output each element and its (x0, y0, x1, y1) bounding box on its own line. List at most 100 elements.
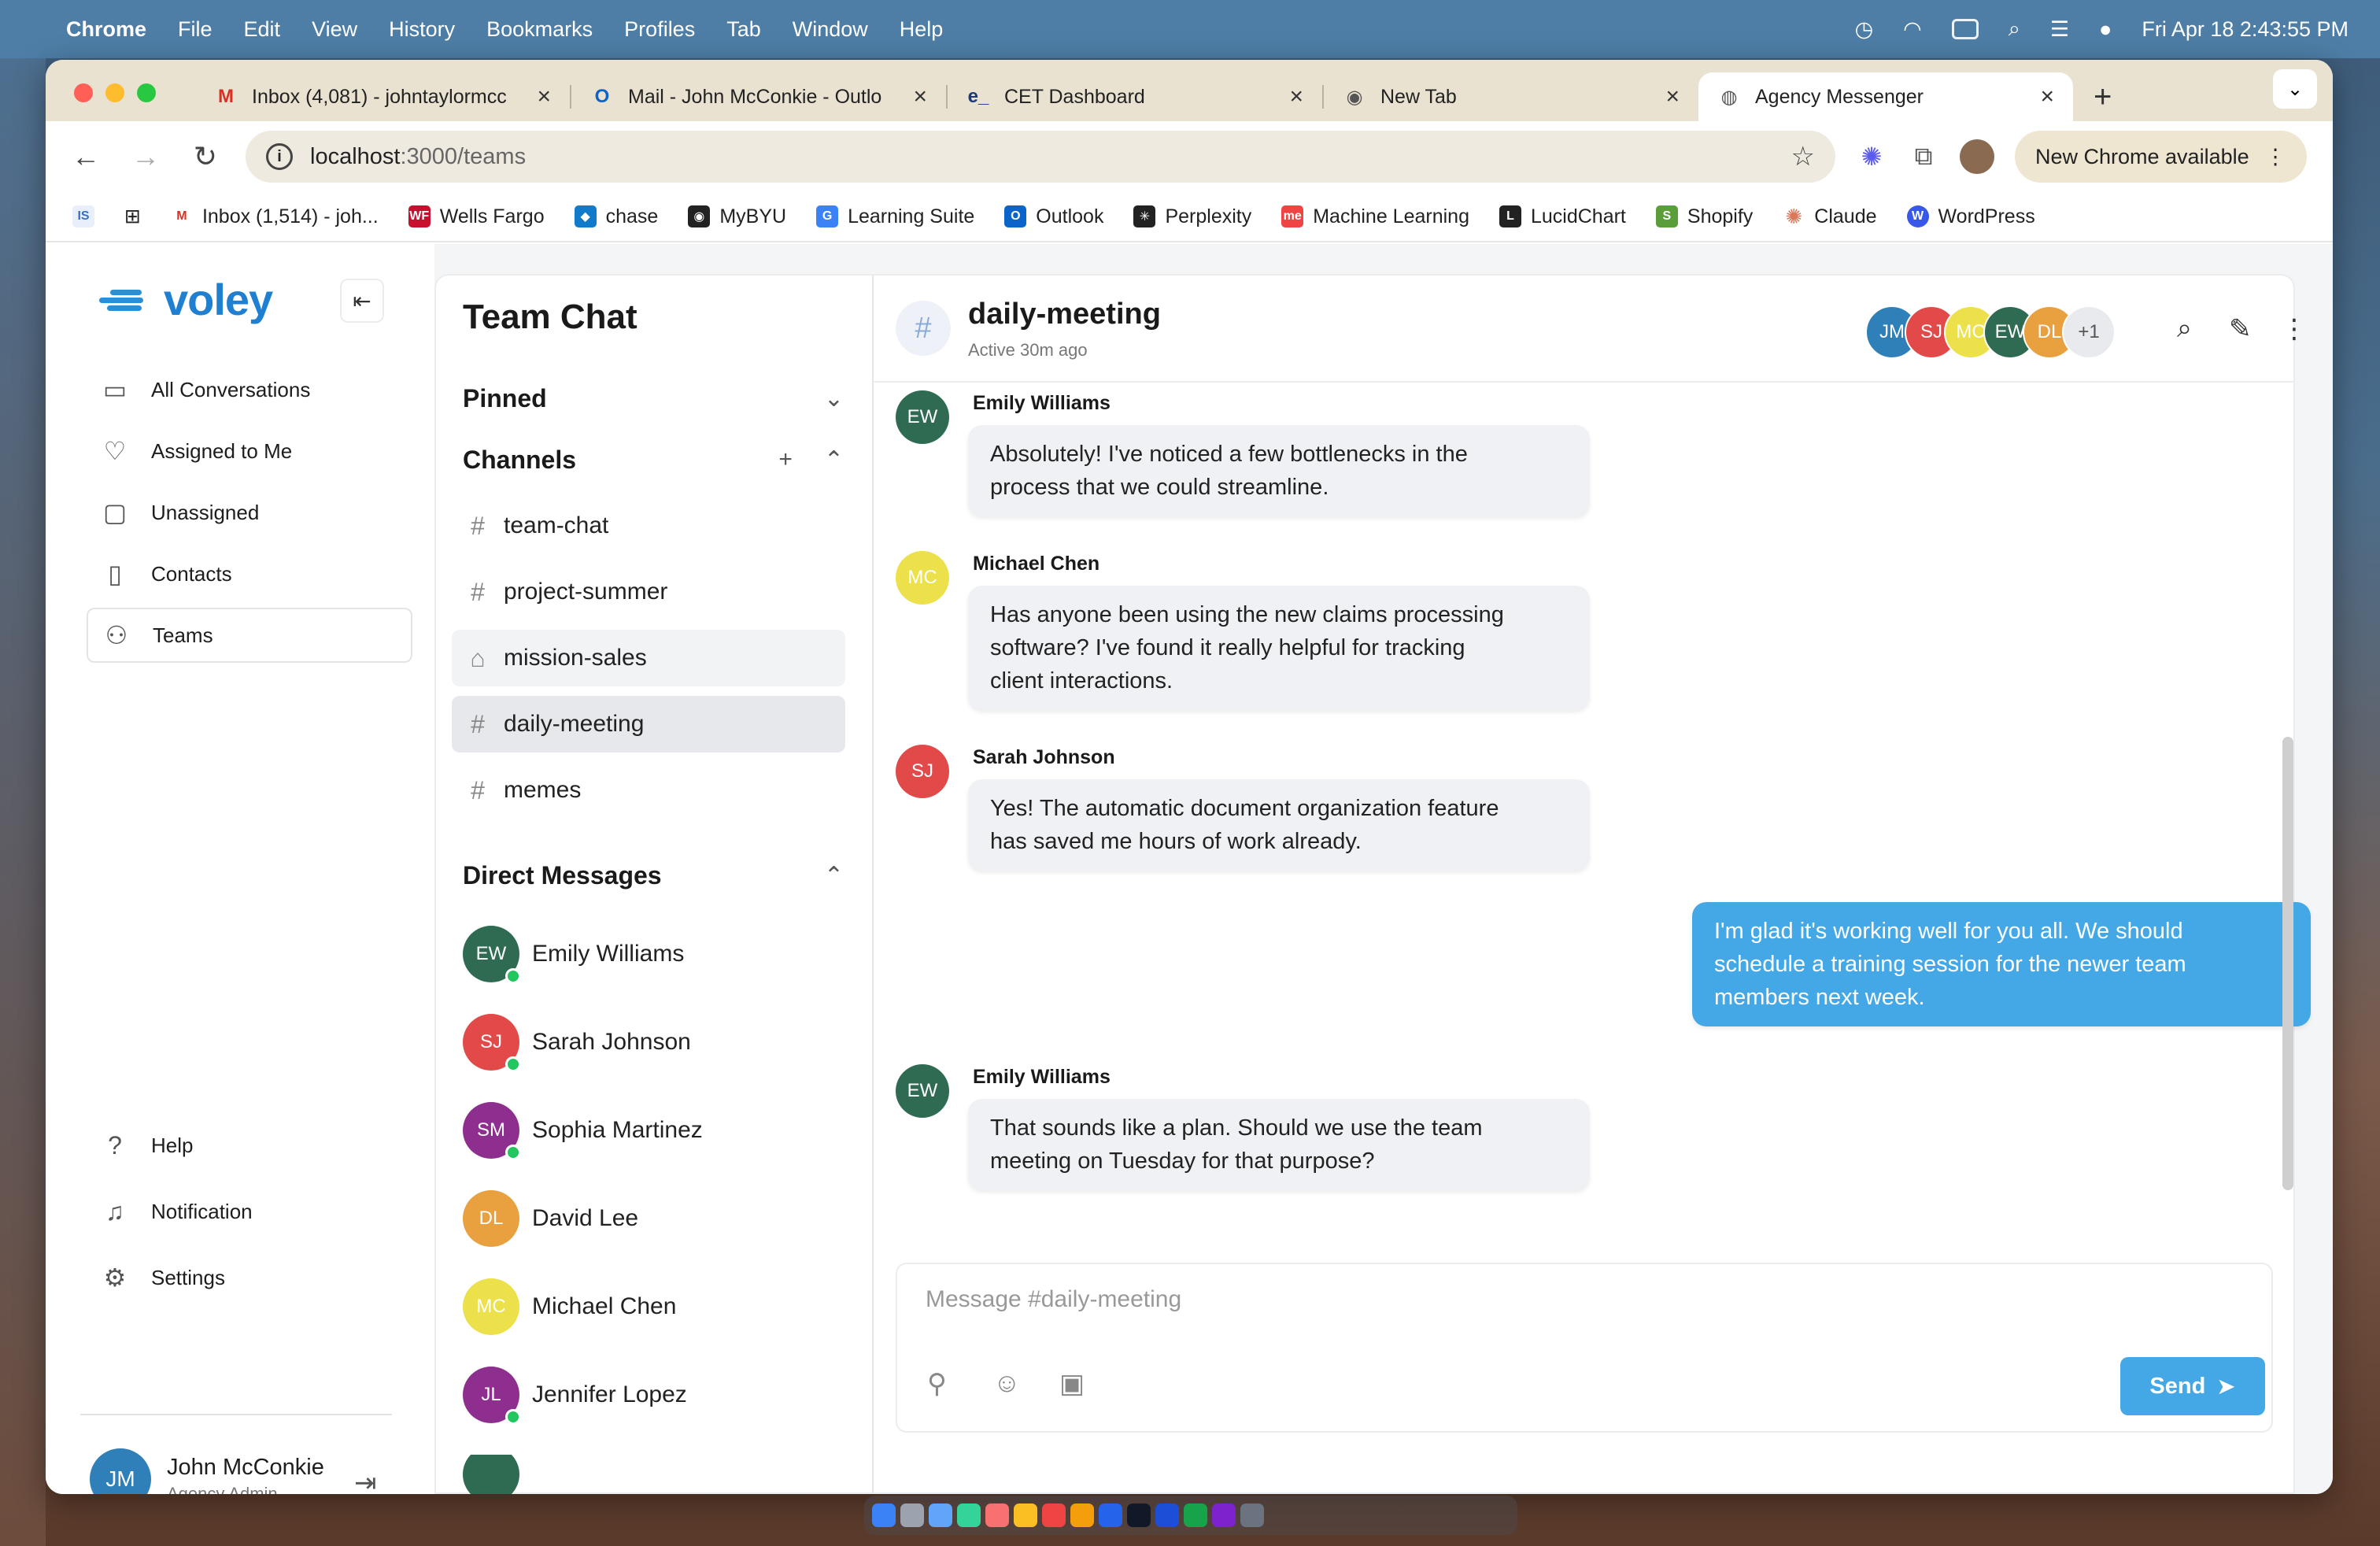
voley-logo[interactable]: voley (99, 274, 273, 325)
minimize-window-button[interactable] (105, 83, 124, 102)
terminal-icon[interactable] (1127, 1503, 1151, 1527)
add-channel-icon[interactable]: + (778, 446, 793, 474)
forward-arrow-icon[interactable]: → (126, 140, 165, 173)
chevron-up-icon[interactable]: ⌃ (824, 446, 844, 474)
dm-item[interactable]: DL David Lee (463, 1190, 638, 1247)
address-bar[interactable]: i localhost :3000/teams ☆ (246, 131, 1835, 183)
nav-all-conversations[interactable]: ▭ All Conversations (87, 362, 412, 417)
dm-item[interactable]: JL Jennifer Lopez (463, 1367, 687, 1425)
profile-badge[interactable]: IS (72, 205, 94, 227)
menu-edit[interactable]: Edit (244, 17, 281, 42)
close-tab-icon[interactable]: × (537, 83, 551, 110)
image-icon[interactable]: ▣ (1059, 1368, 1085, 1400)
pin-icon[interactable]: ✎ (2229, 313, 2252, 345)
browser-tab[interactable]: M Inbox (4,081) - johntaylormcc × (195, 72, 570, 121)
member-avatars[interactable]: JM SJ MC EW DL +1 (1865, 305, 2116, 359)
nav-contacts[interactable]: ▯ Contacts (87, 546, 412, 601)
back-arrow-icon[interactable]: ← (66, 140, 105, 173)
close-tab-icon[interactable]: × (913, 83, 927, 110)
app-store-icon[interactable] (929, 1503, 952, 1527)
menu-app-name[interactable]: Chrome (66, 17, 146, 42)
excel-icon[interactable] (1184, 1503, 1207, 1527)
battery-icon[interactable] (1951, 19, 1979, 39)
menu-view[interactable]: View (312, 17, 357, 42)
close-tab-icon[interactable]: × (1665, 83, 1680, 110)
nav-help[interactable]: ? Help (87, 1118, 412, 1173)
menu-bookmarks[interactable]: Bookmarks (486, 17, 593, 42)
dm-item[interactable]: SJ Sarah Johnson (463, 1014, 691, 1072)
menu-window[interactable]: Window (793, 17, 868, 42)
bookmark-item[interactable]: W WordPress (1906, 205, 2035, 228)
bookmark-item[interactable]: ◉ MyBYU (688, 205, 786, 228)
bookmark-star-icon[interactable]: ☆ (1791, 141, 1815, 172)
finder-icon[interactable] (872, 1503, 896, 1527)
new-tab-button[interactable]: + (2073, 80, 2132, 115)
extension-sparkle-icon[interactable]: ✺ (1856, 141, 1887, 172)
dm-item[interactable]: MC Michael Chen (463, 1278, 676, 1335)
onenote-icon[interactable] (1212, 1503, 1236, 1527)
emoji-icon[interactable]: ☺ (993, 1368, 1021, 1399)
notes-icon[interactable] (1014, 1503, 1037, 1527)
chat-scrollbar[interactable] (2282, 737, 2293, 1190)
bookmark-item[interactable]: me Machine Learning (1281, 205, 1469, 228)
launchpad-icon[interactable] (900, 1503, 924, 1527)
photos-icon[interactable] (985, 1503, 1009, 1527)
browser-tab-active[interactable]: ◍ Agency Messenger × (1698, 72, 2073, 121)
dm-item[interactable] (463, 1455, 519, 1494)
calendar-icon[interactable] (1042, 1503, 1066, 1527)
browser-tab[interactable]: ◉ New Tab × (1324, 72, 1698, 121)
close-tab-icon[interactable]: × (2040, 83, 2054, 110)
message-input[interactable] (899, 1272, 2237, 1327)
send-button[interactable]: Send ➤ (2120, 1357, 2265, 1415)
siri-icon[interactable]: ● (2099, 17, 2112, 42)
pinned-section-header[interactable]: Pinned ⌄ (463, 384, 844, 413)
attachment-paperclip-icon[interactable]: ⚲ (927, 1368, 947, 1400)
close-window-button[interactable] (74, 83, 93, 102)
menu-file[interactable]: File (178, 17, 213, 42)
more-options-icon[interactable]: ⋮ (2281, 313, 2308, 345)
chevron-up-icon[interactable]: ⌃ (824, 862, 844, 890)
channel-item[interactable]: # memes (452, 762, 845, 819)
browser-tab[interactable]: e_ CET Dashboard × (948, 72, 1322, 121)
channel-item[interactable]: # team-chat (452, 497, 845, 554)
nav-teams[interactable]: ⚇ Teams (87, 608, 412, 663)
collapse-sidebar-icon[interactable]: ⇤ (340, 279, 384, 323)
profile-avatar[interactable] (1960, 139, 1994, 174)
current-user[interactable]: JM John McConkie Agency Admin (90, 1448, 324, 1494)
nav-settings[interactable]: ⚙ Settings (87, 1250, 412, 1305)
bookmark-item[interactable]: G Learning Suite (816, 205, 974, 228)
tab-search-chevron-icon[interactable]: ⌄ (2273, 69, 2317, 109)
bookmark-item[interactable]: ◆ chase (574, 205, 658, 228)
nav-unassigned[interactable]: ▢ Unassigned (87, 485, 412, 540)
messages-icon[interactable] (957, 1503, 981, 1527)
chrome-icon[interactable] (1070, 1503, 1094, 1527)
bookmark-item[interactable]: M Inbox (1,514) - joh... (170, 205, 379, 228)
vscode-icon[interactable] (1099, 1503, 1122, 1527)
control-center-icon[interactable]: ☰ (2050, 17, 2069, 42)
nav-assigned-to-me[interactable]: ♡ Assigned to Me (87, 423, 412, 479)
time-machine-icon[interactable]: ◷ (1855, 17, 1874, 42)
reload-icon[interactable]: ↻ (186, 140, 225, 173)
menu-history[interactable]: History (389, 17, 455, 42)
close-tab-icon[interactable]: × (1289, 83, 1303, 110)
browser-tab[interactable]: O Mail - John McConkie - Outlo × (571, 72, 946, 121)
menu-help[interactable]: Help (900, 17, 944, 42)
bookmark-item[interactable]: O Outlook (1004, 205, 1103, 228)
extensions-puzzle-icon[interactable]: ⧉ (1908, 141, 1939, 172)
bookmark-item[interactable]: ✳ Perplexity (1133, 205, 1251, 228)
bookmark-item[interactable]: ✺ Claude (1783, 205, 1877, 228)
apps-grid-icon[interactable]: ⊞ (124, 205, 141, 228)
dm-item[interactable]: EW Emily Williams (463, 926, 684, 984)
wifi-icon[interactable]: ◠ (1903, 17, 1922, 42)
menu-tab[interactable]: Tab (726, 17, 761, 42)
chevron-down-icon[interactable]: ⌄ (824, 385, 844, 412)
dm-item[interactable]: SM Sophia Martinez (463, 1102, 703, 1160)
logout-icon[interactable]: ⇥ (354, 1467, 377, 1494)
bookmark-item[interactable]: L LucidChart (1499, 205, 1626, 228)
search-icon[interactable]: ⌕ (2177, 313, 2192, 344)
bookmark-item[interactable]: WF Wells Fargo (408, 205, 545, 228)
nav-notification[interactable]: ♫ Notification (87, 1184, 412, 1239)
chrome-update-button[interactable]: New Chrome available ⋮ (2015, 131, 2307, 183)
maximize-window-button[interactable] (137, 83, 156, 102)
kebab-menu-icon[interactable]: ⋮ (2265, 145, 2286, 169)
